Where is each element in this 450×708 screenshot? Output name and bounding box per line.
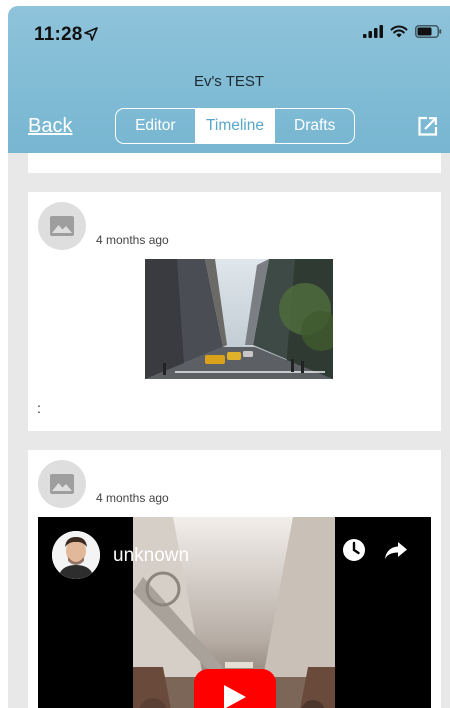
play-button[interactable] [194,669,276,708]
battery-icon [415,25,442,38]
back-button[interactable]: Back [28,115,72,138]
tab-editor[interactable]: Editor [116,109,195,143]
location-arrow-icon [84,27,98,41]
channel-avatar[interactable] [52,531,100,579]
signal-icon [363,25,383,38]
avatar[interactable] [38,202,86,250]
tab-timeline[interactable]: Timeline [194,109,276,143]
post-caption: : [37,400,41,416]
post-photo[interactable] [145,259,333,379]
tab-drafts[interactable]: Drafts [275,109,354,143]
video-title[interactable]: unknown [113,545,189,567]
watch-later-icon[interactable] [342,538,366,562]
timeline-feed[interactable]: 4 months ago: 4 months ago unknown [8,153,450,708]
external-link-icon[interactable] [417,116,438,137]
status-icons [363,25,442,38]
timeline-post: 4 months ago [28,192,441,431]
share-icon[interactable] [384,538,408,562]
video-player[interactable]: unknown [38,517,431,708]
person-avatar-icon [52,531,100,579]
image-placeholder-icon [50,474,74,494]
image-placeholder-icon [50,216,74,236]
timeline-post: 4 months ago [28,450,441,708]
wifi-icon [390,25,408,38]
page-title: Ev's TEST [193,73,265,90]
previous-post-card [28,153,441,173]
post-timestamp: 4 months ago [96,491,169,505]
avatar[interactable] [38,460,86,508]
header: 11:28 Ev's TEST Back Editor Timeline Dra… [8,6,450,153]
post-timestamp: 4 months ago [96,233,169,247]
view-switcher: Editor Timeline Drafts [115,108,355,144]
status-time: 11:28 [34,24,83,45]
app-frame: 11:28 Ev's TEST Back Editor Timeline Dra… [8,6,450,708]
play-icon [224,685,246,708]
